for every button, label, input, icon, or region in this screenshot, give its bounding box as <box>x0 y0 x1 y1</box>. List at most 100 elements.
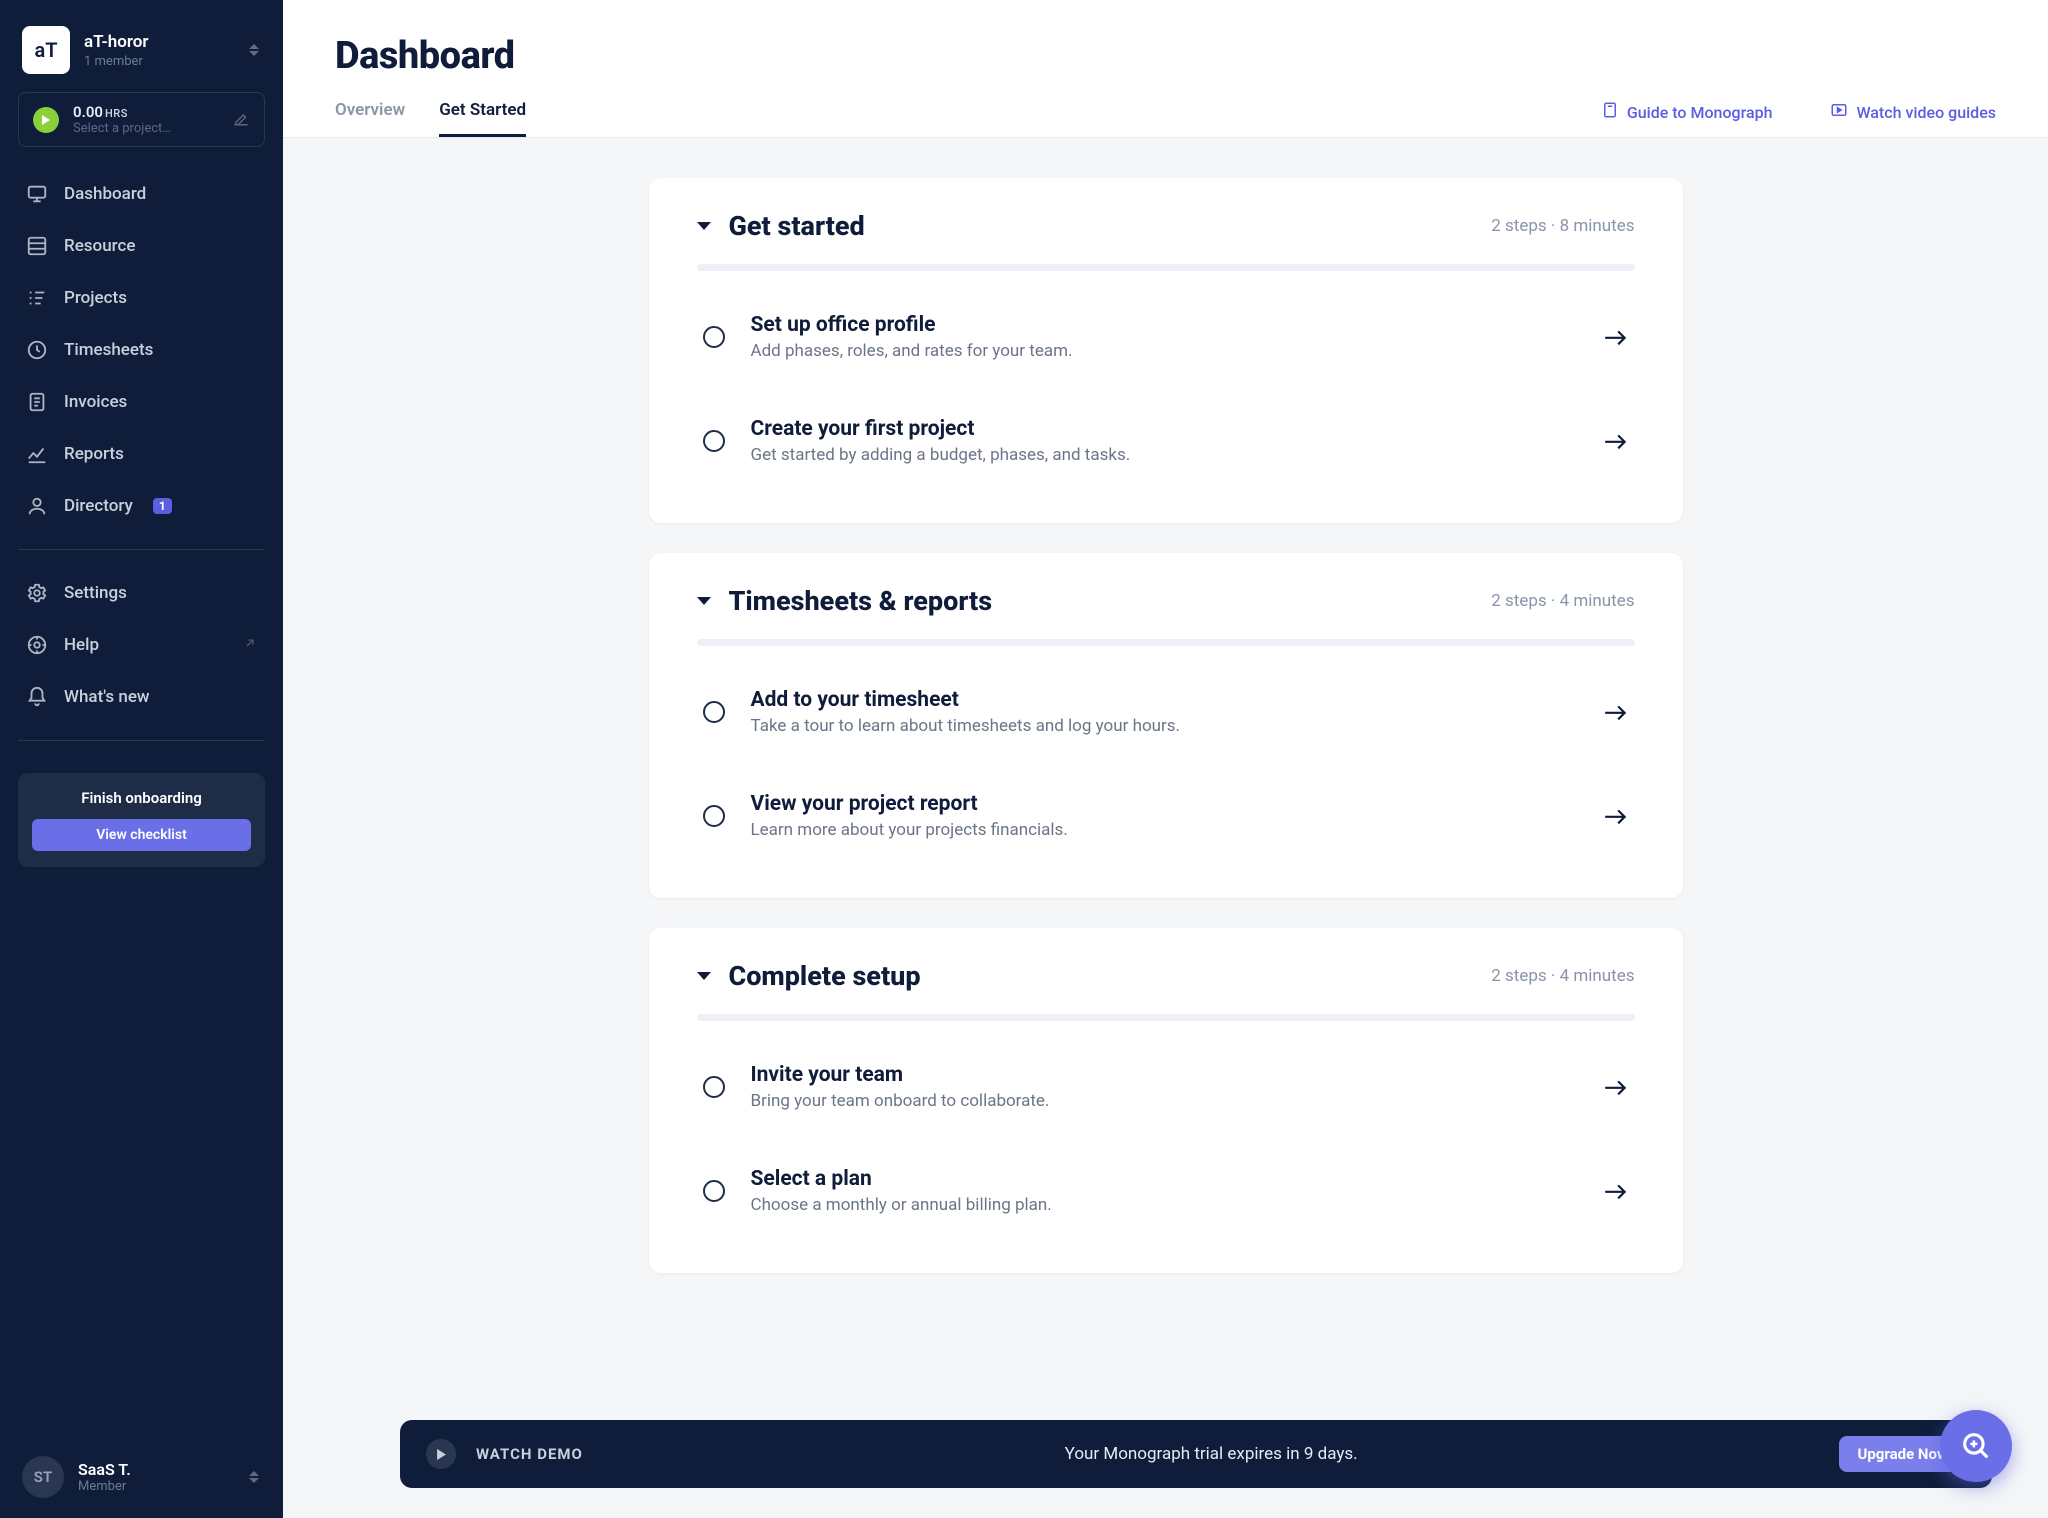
section-meta: 2 steps · 4 minutes <box>1491 591 1634 611</box>
progress-bar <box>697 264 1635 271</box>
step-view-project-report[interactable]: View your project report Learn more abou… <box>697 764 1635 868</box>
content-area: Get started 2 steps · 8 minutes Set up o… <box>283 138 2048 1518</box>
divider <box>18 740 265 741</box>
directory-badge: 1 <box>153 498 172 514</box>
book-icon <box>1601 101 1619 123</box>
watch-demo-button[interactable] <box>426 1439 456 1469</box>
monitor-icon <box>26 183 48 205</box>
sidebar-item-settings[interactable]: Settings <box>18 568 265 618</box>
help-fab[interactable] <box>1940 1410 2012 1482</box>
gear-icon <box>26 582 48 604</box>
step-subtitle: Choose a monthly or annual billing plan. <box>751 1195 1577 1215</box>
progress-bar <box>697 639 1635 646</box>
sidebar-item-label: Resource <box>64 236 136 256</box>
clock-icon <box>26 339 48 361</box>
sidebar-item-label: Dashboard <box>64 184 146 204</box>
chevron-up-down-icon <box>247 41 261 59</box>
primary-nav: Dashboard Resource Projects Timesheets I… <box>18 169 265 531</box>
step-subtitle: Learn more about your projects financial… <box>751 820 1577 840</box>
chart-icon <box>26 443 48 465</box>
step-add-to-timesheet[interactable]: Add to your timesheet Take a tour to lea… <box>697 660 1635 764</box>
section-meta: 2 steps · 4 minutes <box>1491 966 1634 986</box>
divider <box>18 549 265 550</box>
step-create-first-project[interactable]: Create your first project Get started by… <box>697 389 1635 493</box>
step-select-plan[interactable]: Select a plan Choose a monthly or annual… <box>697 1139 1635 1243</box>
org-name: aT-horor <box>84 32 233 52</box>
page-title: Dashboard <box>335 34 1996 78</box>
user-switcher[interactable]: ST SaaS T. Member <box>18 1444 265 1502</box>
user-role: Member <box>78 1479 233 1494</box>
caret-down-icon[interactable] <box>697 222 711 230</box>
sidebar-item-label: Help <box>64 635 99 655</box>
external-link-icon <box>243 635 257 655</box>
arrow-right-icon <box>1603 1077 1629 1097</box>
sidebar-item-invoices[interactable]: Invoices <box>18 377 265 427</box>
org-switcher[interactable]: aT aT-horor 1 member <box>18 20 265 92</box>
sidebar-item-projects[interactable]: Projects <box>18 273 265 323</box>
invoice-icon <box>26 391 48 413</box>
arrow-right-icon <box>1603 327 1629 347</box>
grid-icon <box>26 235 48 257</box>
watch-demo-label[interactable]: WATCH DEMO <box>476 1445 583 1463</box>
onboarding-title: Finish onboarding <box>32 789 251 807</box>
sidebar-item-directory[interactable]: Directory 1 <box>18 481 265 531</box>
sidebar-item-label: Reports <box>64 444 124 464</box>
help-icon <box>26 634 48 656</box>
section-title: Get started <box>729 210 1474 242</box>
sidebar-item-resource[interactable]: Resource <box>18 221 265 271</box>
sidebar-item-label: Settings <box>64 583 127 603</box>
step-title: Set up office profile <box>751 313 1577 337</box>
circle-icon <box>703 326 725 348</box>
circle-icon <box>703 1180 725 1202</box>
trial-banner: WATCH DEMO Your Monograph trial expires … <box>400 1420 1992 1488</box>
sidebar: aT aT-horor 1 member 0.00HRS Select a pr… <box>0 0 283 1518</box>
secondary-nav: Settings Help What's new <box>18 568 265 722</box>
onboarding-section-get-started: Get started 2 steps · 8 minutes Set up o… <box>649 178 1683 523</box>
caret-down-icon[interactable] <box>697 597 711 605</box>
sidebar-item-label: Invoices <box>64 392 127 412</box>
onboarding-card: Finish onboarding View checklist <box>18 773 265 867</box>
section-meta: 2 steps · 8 minutes <box>1491 216 1634 236</box>
step-title: Select a plan <box>751 1167 1577 1191</box>
sidebar-item-label: What's new <box>64 687 150 707</box>
user-name: SaaS T. <box>78 1460 233 1479</box>
caret-down-icon[interactable] <box>697 972 711 980</box>
person-icon <box>26 495 48 517</box>
play-icon[interactable] <box>33 107 59 133</box>
step-title: Add to your timesheet <box>751 688 1577 712</box>
step-title: View your project report <box>751 792 1577 816</box>
sidebar-item-label: Directory <box>64 496 133 516</box>
guide-link[interactable]: Guide to Monograph <box>1601 101 1773 137</box>
step-set-up-office-profile[interactable]: Set up office profile Add phases, roles,… <box>697 285 1635 389</box>
view-checklist-button[interactable]: View checklist <box>32 819 251 851</box>
onboarding-section-complete-setup: Complete setup 2 steps · 4 minutes Invit… <box>649 928 1683 1273</box>
step-subtitle: Get started by adding a budget, phases, … <box>751 445 1577 465</box>
timer-hours: 0.00HRS <box>73 103 218 121</box>
arrow-right-icon <box>1603 702 1629 722</box>
sidebar-item-reports[interactable]: Reports <box>18 429 265 479</box>
edit-icon[interactable] <box>232 109 250 131</box>
step-title: Invite your team <box>751 1063 1577 1087</box>
chevron-up-down-icon <box>247 1468 261 1486</box>
bell-icon <box>26 686 48 708</box>
circle-icon <box>703 701 725 723</box>
video-guides-link[interactable]: Watch video guides <box>1830 101 1996 137</box>
circle-icon <box>703 430 725 452</box>
onboarding-section-timesheets-reports: Timesheets & reports 2 steps · 4 minutes… <box>649 553 1683 898</box>
step-subtitle: Bring your team onboard to collaborate. <box>751 1091 1577 1111</box>
sidebar-item-help[interactable]: Help <box>18 620 265 670</box>
sidebar-item-dashboard[interactable]: Dashboard <box>18 169 265 219</box>
tab-overview[interactable]: Overview <box>335 100 405 137</box>
step-subtitle: Add phases, roles, and rates for your te… <box>751 341 1577 361</box>
sidebar-item-whats-new[interactable]: What's new <box>18 672 265 722</box>
section-title: Timesheets & reports <box>729 585 1474 617</box>
step-title: Create your first project <box>751 417 1577 441</box>
tab-get-started[interactable]: Get Started <box>439 100 526 137</box>
sidebar-item-timesheets[interactable]: Timesheets <box>18 325 265 375</box>
timer-widget[interactable]: 0.00HRS Select a project… <box>18 92 265 147</box>
trial-expiry-text: Your Monograph trial expires in 9 days. <box>1065 1444 1358 1464</box>
step-invite-team[interactable]: Invite your team Bring your team onboard… <box>697 1035 1635 1139</box>
progress-bar <box>697 1014 1635 1021</box>
avatar: ST <box>22 1456 64 1498</box>
play-square-icon <box>1830 101 1848 123</box>
